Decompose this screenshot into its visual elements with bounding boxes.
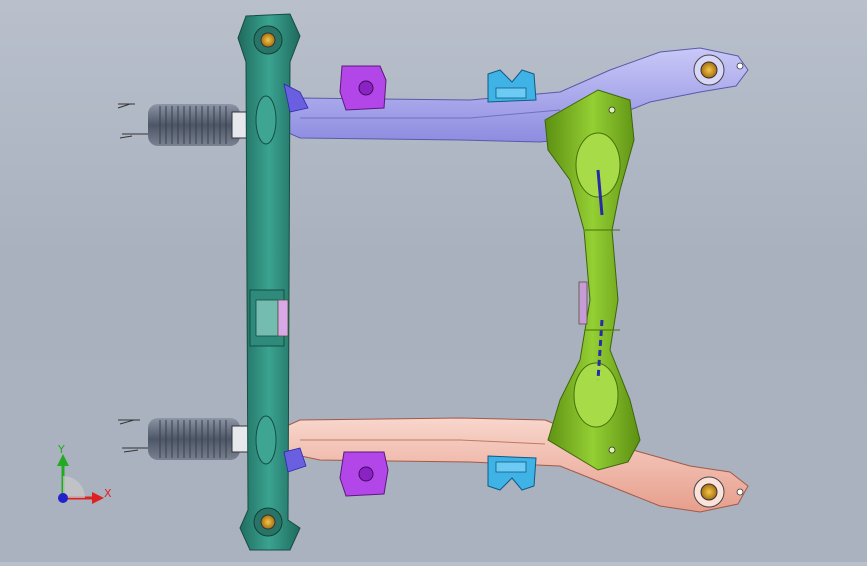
lower-purple-bracket[interactable] <box>339 451 389 497</box>
lower-left-boot <box>118 418 253 460</box>
y-axis-label: Y <box>57 443 65 456</box>
cad-viewport[interactable]: Y X <box>0 0 867 562</box>
z-axis-dot <box>58 493 68 503</box>
upper-cyan-bracket[interactable] <box>487 69 537 103</box>
front-upper-bushing <box>260 32 276 48</box>
model-canvas[interactable]: Y X <box>0 0 867 562</box>
x-axis-label: X <box>104 487 112 500</box>
upper-left-boot <box>117 103 253 146</box>
rear-upper-bushing <box>700 61 718 79</box>
front-lower-bushing <box>260 514 276 530</box>
lower-cyan-bracket[interactable] <box>487 455 537 491</box>
upper-purple-bracket[interactable] <box>339 65 387 111</box>
rear-lower-bushing <box>700 483 718 501</box>
rear-cross-member[interactable] <box>544 89 641 471</box>
axis-triad: Y X <box>57 443 112 504</box>
front-cross-rail[interactable] <box>237 13 309 551</box>
